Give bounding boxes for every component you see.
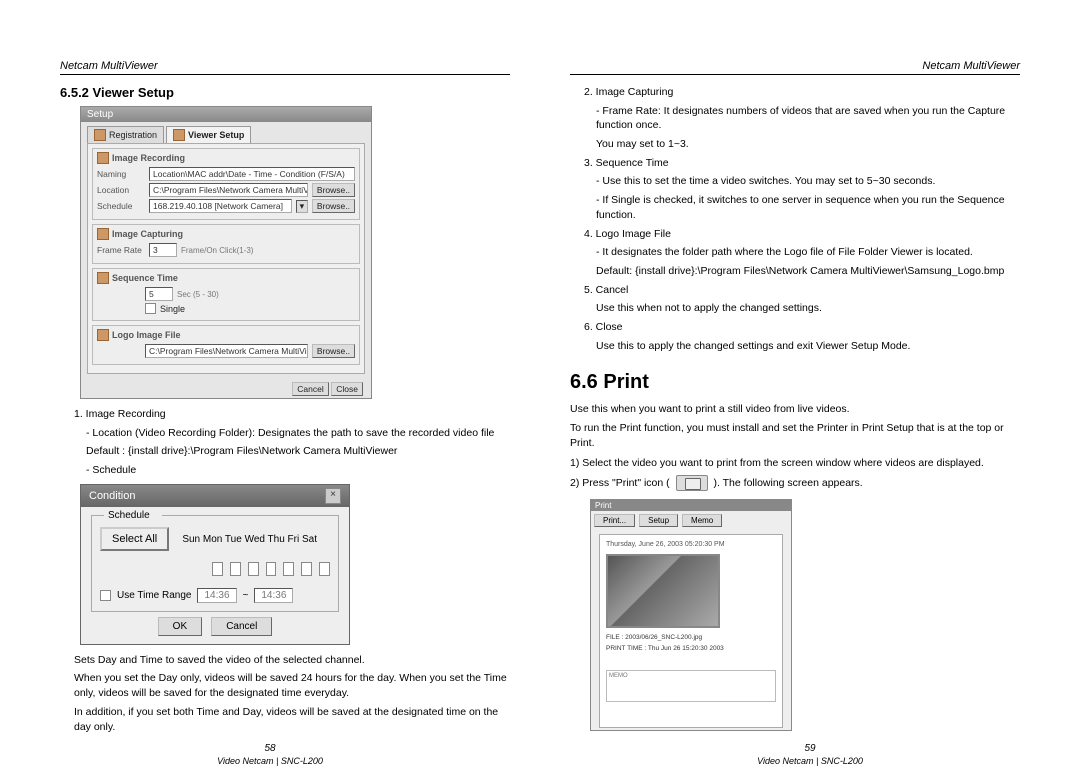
- text-p3: 1) Select the video you want to print fr…: [570, 456, 1020, 471]
- text-i5: 5. Cancel: [570, 283, 1020, 298]
- print-button[interactable]: Print...: [594, 514, 635, 527]
- text-i5a: Use this when not to apply the changed s…: [570, 301, 1020, 316]
- time-to-field[interactable]: 14:36: [254, 588, 293, 603]
- group-image-recording: Image Recording: [112, 153, 185, 163]
- single-label: Single: [160, 304, 185, 314]
- tab-viewer-setup[interactable]: Viewer Setup: [166, 126, 251, 143]
- tab-registration[interactable]: Registration: [87, 126, 164, 143]
- logo-icon: [97, 329, 109, 341]
- chapter-heading: 6.6 Print: [570, 371, 1020, 394]
- single-checkbox[interactable]: [145, 303, 156, 314]
- logo-field[interactable]: C:\Program Files\Network Camera MultiVie…: [145, 344, 308, 358]
- text-i3: 3. Sequence Time: [570, 156, 1020, 171]
- schedule-label: Schedule: [97, 201, 145, 211]
- text-item-3: When you set the Day only, videos will b…: [60, 671, 510, 700]
- print-window-title: Print: [591, 500, 791, 511]
- print-memo-box: MEMO: [606, 670, 776, 702]
- page-header-right: Netcam MultiViewer: [570, 60, 1020, 75]
- location-label: Location: [97, 185, 145, 195]
- text-i4a: - It designates the folder path where th…: [570, 245, 1020, 260]
- condition-dialog: Condition × Schedule Select All Sun Mon T…: [80, 484, 350, 645]
- group-logo-file: Logo Image File: [112, 330, 181, 340]
- setup-dialog: Setup Registration Viewer Setup Image Re…: [80, 106, 372, 399]
- day-checkbox[interactable]: [266, 562, 277, 576]
- use-time-checkbox[interactable]: [100, 590, 111, 601]
- text-i6a: Use this to apply the changed settings a…: [570, 339, 1020, 354]
- sequence-hint: Sec (5 - 30): [177, 290, 219, 299]
- setup-button[interactable]: Setup: [639, 514, 678, 527]
- text-item-2: Sets Day and Time to saved the video of …: [60, 653, 510, 668]
- text-i2b: You may set to 1~3.: [570, 137, 1020, 152]
- text-i3a: - Use this to set the time a video switc…: [570, 174, 1020, 189]
- record-icon: [97, 152, 109, 164]
- person-icon: [173, 129, 185, 141]
- text-item-4: In addition, if you set both Time and Da…: [60, 705, 510, 734]
- text-i6: 6. Close: [570, 320, 1020, 335]
- day-checkbox[interactable]: [283, 562, 294, 576]
- text-p1: Use this when you want to print a still …: [570, 402, 1020, 417]
- page-right: Netcam MultiViewer 2. Image Capturing - …: [540, 0, 1080, 780]
- tilde-label: ~: [243, 590, 249, 601]
- footer-model: Video Netcam | SNC-L200: [540, 756, 1080, 766]
- days-labels: Sun Mon Tue Wed Thu Fri Sat: [182, 534, 317, 545]
- framerate-label: Frame Rate: [97, 245, 145, 255]
- print-file-meta: FILE : 2003/06/26_SNC-L200.jpg: [606, 634, 776, 641]
- schedule-group-label: Schedule: [104, 510, 162, 521]
- time-from-field[interactable]: 14:36: [197, 588, 236, 603]
- text-p2: To run the Print function, you must inst…: [570, 421, 1020, 450]
- text-p4: 2) Press "Print" icon ( ). The following…: [570, 475, 1020, 491]
- print-preview-window: Print Print... Setup Memo Thursday, June…: [590, 499, 792, 731]
- dropdown-icon[interactable]: ▾: [296, 200, 308, 213]
- print-time-meta: PRINT TIME : Thu Jun 26 15:20:30 2003: [606, 645, 776, 652]
- day-checkbox[interactable]: [248, 562, 259, 576]
- select-all-button[interactable]: Select All: [100, 527, 169, 551]
- sequence-field[interactable]: 5: [145, 287, 173, 301]
- page-number: 59: [540, 743, 1080, 754]
- condition-title: Condition: [89, 490, 135, 502]
- section-heading: 6.5.2 Viewer Setup: [60, 85, 510, 100]
- text-i2a: - Frame Rate: It designates numbers of v…: [570, 104, 1020, 133]
- footer-model: Video Netcam | SNC-L200: [0, 756, 540, 766]
- day-checkbox[interactable]: [301, 562, 312, 576]
- globe-icon: [94, 129, 106, 141]
- memo-button[interactable]: Memo: [682, 514, 722, 527]
- day-checkbox[interactable]: [230, 562, 241, 576]
- day-checkbox[interactable]: [212, 562, 223, 576]
- text-item-1a: - Location (Video Recording Folder): Des…: [60, 426, 510, 441]
- group-sequence-time: Sequence Time: [112, 273, 178, 283]
- framerate-field[interactable]: 3: [149, 243, 177, 257]
- location-field[interactable]: C:\Program Files\Network Camera MultiVie…: [149, 183, 308, 197]
- print-timestamp: Thursday, June 26, 2003 05:20:30 PM: [606, 541, 776, 548]
- close-icon[interactable]: ×: [325, 488, 341, 504]
- print-preview-image: [606, 554, 720, 628]
- text-i2: 2. Image Capturing: [570, 85, 1020, 100]
- cancel-button[interactable]: Cancel: [292, 382, 328, 396]
- browse-button-2[interactable]: Browse..: [312, 199, 355, 213]
- use-time-label: Use Time Range: [117, 590, 191, 601]
- text-item-1: 1. Image Recording: [60, 407, 510, 422]
- day-checkbox[interactable]: [319, 562, 330, 576]
- text-i3b: - If Single is checked, it switches to o…: [570, 193, 1020, 222]
- text-item-1b: Default : {install drive}:\Program Files…: [60, 444, 510, 459]
- page-number: 58: [0, 743, 540, 754]
- text-i4: 4. Logo Image File: [570, 227, 1020, 242]
- browse-button-3[interactable]: Browse..: [312, 344, 355, 358]
- framerate-hint: Frame/On Click(1-3): [181, 246, 253, 255]
- dialog-title: Setup: [81, 107, 371, 122]
- close-button[interactable]: Close: [331, 382, 363, 396]
- capture-icon: [97, 228, 109, 240]
- text-i4b: Default: {install drive}:\Program Files\…: [570, 264, 1020, 279]
- naming-field: Location\MAC addr\Date - Time - Conditio…: [149, 167, 355, 181]
- browse-button[interactable]: Browse..: [312, 183, 355, 197]
- ok-button[interactable]: OK: [158, 617, 202, 636]
- group-image-capturing: Image Capturing: [112, 229, 183, 239]
- naming-label: Naming: [97, 169, 145, 179]
- schedule-field[interactable]: 168.219.40.108 [Network Camera]: [149, 199, 292, 213]
- page-left: Netcam MultiViewer 6.5.2 Viewer Setup Se…: [0, 0, 540, 780]
- cancel-button[interactable]: Cancel: [211, 617, 272, 636]
- print-icon: [676, 475, 708, 491]
- sequence-icon: [97, 272, 109, 284]
- page-header-left: Netcam MultiViewer: [60, 60, 510, 75]
- text-item-1c: - Schedule: [60, 463, 510, 478]
